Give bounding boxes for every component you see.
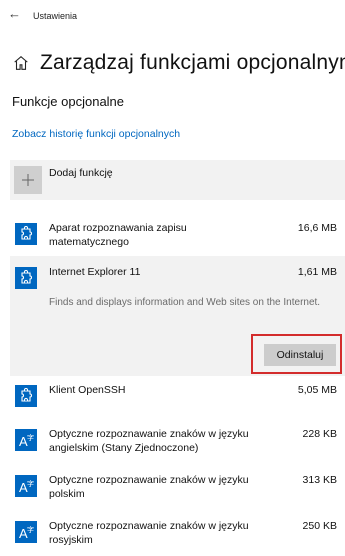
- feature-item-ocr-russian[interactable]: A字 Optyczne rozpoznawanie znaków w język…: [10, 510, 345, 556]
- app-title: Ustawienia: [33, 11, 78, 21]
- feature-item-openssh[interactable]: Klient OpenSSH 5,05 MB: [10, 376, 345, 416]
- page-title-text: Zarządzaj funkcjami opcjonalnymi: [40, 51, 345, 74]
- section-title: Funkcje opcjonalne: [12, 94, 125, 109]
- feature-size: 228 KB: [302, 428, 337, 440]
- plus-icon: [14, 166, 42, 194]
- feature-name: Internet Explorer 11: [49, 266, 141, 278]
- feature-name: Optyczne rozpoznawanie znaków w języku p…: [49, 474, 249, 500]
- add-feature-label: Dodaj funkcję: [49, 167, 113, 179]
- puzzle-icon: [15, 223, 37, 245]
- feature-size: 250 KB: [302, 520, 337, 532]
- uninstall-button[interactable]: Odinstaluj: [264, 344, 336, 366]
- add-feature-button[interactable]: Dodaj funkcję: [10, 160, 345, 200]
- puzzle-icon: [15, 385, 37, 407]
- svg-text:字: 字: [27, 525, 34, 534]
- feature-name: Optyczne rozpoznawanie znaków w języku a…: [49, 428, 249, 454]
- feature-size: 16,6 MB: [297, 222, 337, 234]
- feature-item-ocr-english[interactable]: A字 Optyczne rozpoznawanie znaków w język…: [10, 418, 345, 462]
- back-arrow-icon[interactable]: ←: [8, 6, 21, 21]
- feature-name: Klient OpenSSH: [49, 384, 126, 396]
- ocr-icon: A字: [15, 521, 37, 543]
- ocr-icon: A字: [15, 475, 37, 497]
- feature-description: Finds and displays information and Web s…: [49, 297, 321, 308]
- page-title: Zarządzaj funkcjami opcjonalnymi: [12, 48, 345, 78]
- feature-item-math-recognizer[interactable]: Aparat rozpoznawania zapisu matematyczne…: [10, 212, 345, 256]
- svg-text:字: 字: [27, 479, 34, 488]
- feature-history-link[interactable]: Zobacz historię funkcji opcjonalnych: [12, 128, 180, 140]
- feature-name: Aparat rozpoznawania zapisu matematyczne…: [49, 222, 187, 248]
- feature-size: 1,61 MB: [297, 266, 337, 278]
- feature-size: 5,05 MB: [297, 384, 337, 396]
- home-icon: [14, 55, 28, 70]
- ocr-icon: A字: [15, 429, 37, 451]
- svg-text:字: 字: [27, 433, 34, 442]
- title-bar: ← Ustawienia: [0, 0, 345, 32]
- feature-item-ocr-polish[interactable]: A字 Optyczne rozpoznawanie znaków w język…: [10, 464, 345, 508]
- feature-size: 313 KB: [302, 474, 337, 486]
- puzzle-icon: [15, 267, 37, 289]
- feature-name: Optyczne rozpoznawanie znaków w języku r…: [49, 520, 249, 546]
